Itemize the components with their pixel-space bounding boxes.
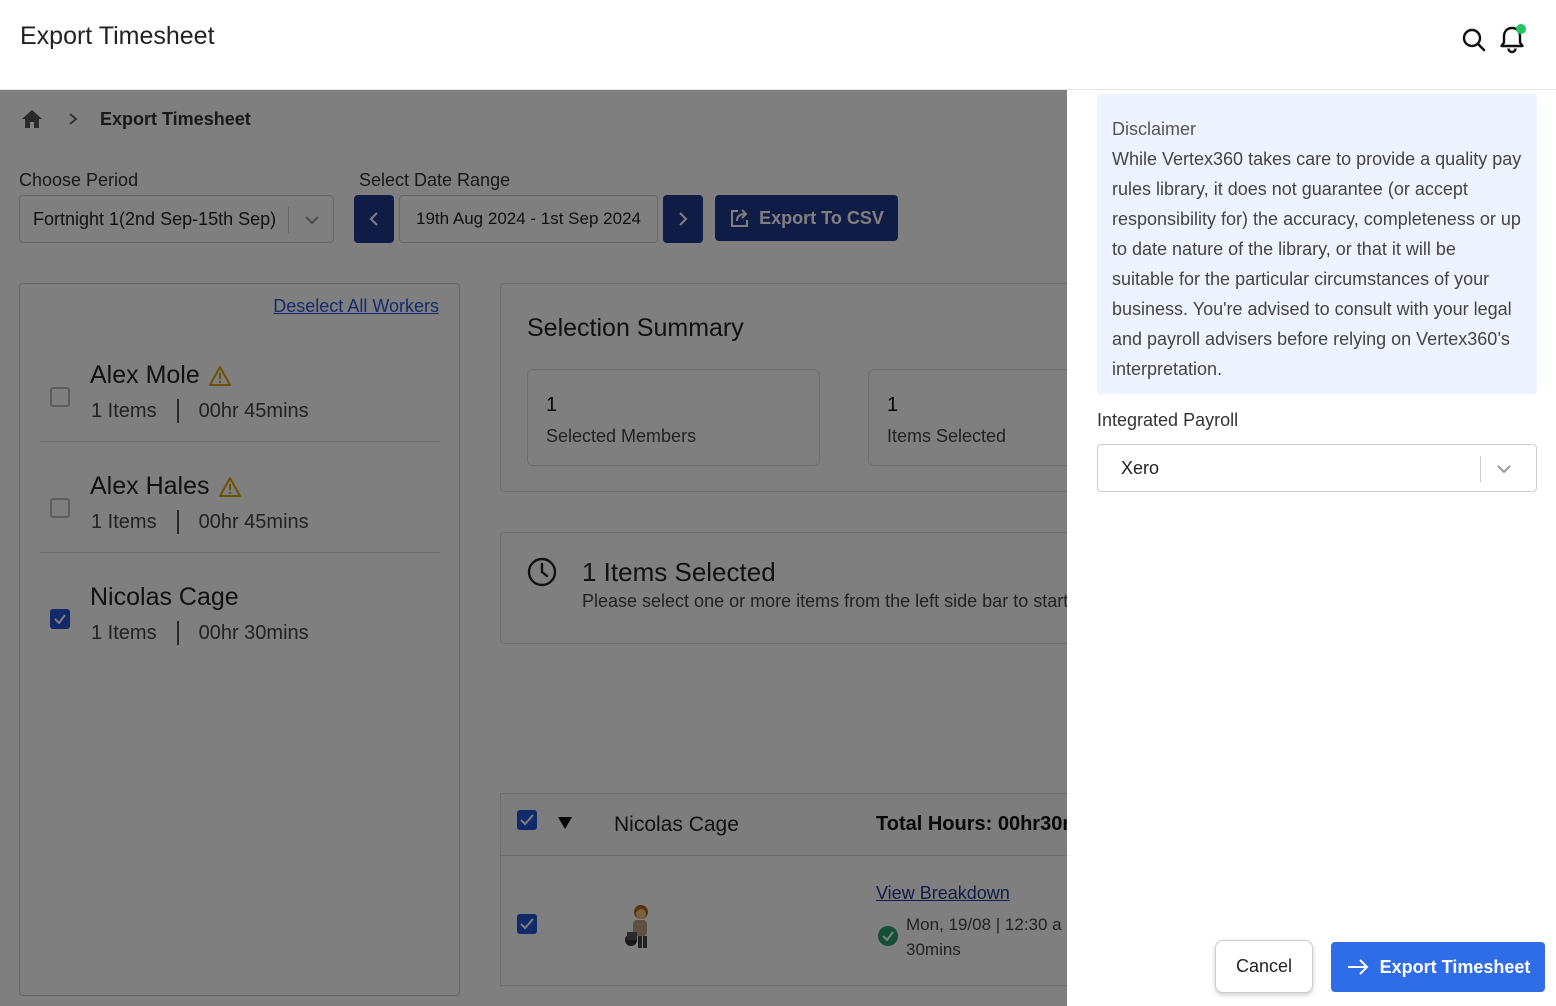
summary-card: 1 Selected Members (527, 369, 820, 466)
items-selected-hint: Please select one or more items from the… (582, 591, 1067, 611)
app-header: Export Timesheet (0, 0, 1556, 90)
notification-bell-icon[interactable] (1497, 24, 1527, 54)
disclaimer-text: While Vertex360 takes care to provide a … (1112, 149, 1522, 379)
items-selected-box: 1 Items Selected Please select one or mo… (500, 532, 1067, 644)
worker-hours: 00hr 30mins (198, 621, 309, 644)
check-circle-icon (878, 926, 898, 946)
items-selected-title: 1 Items Selected (582, 557, 776, 587)
integrated-payroll-label: Integrated Payroll (1097, 410, 1239, 430)
warning-icon (208, 365, 231, 386)
breadcrumb: Export Timesheet (20, 106, 251, 132)
page-title: Export Timesheet (20, 22, 215, 50)
deselect-all-link[interactable]: Deselect All Workers (273, 296, 439, 317)
check-icon (54, 614, 66, 625)
table-row: Nicolas Cage Total Hours: 00hr30m (501, 794, 1067, 856)
meta-divider (176, 399, 179, 423)
period-label: Choose Period (19, 170, 139, 190)
warning-icon (218, 476, 241, 497)
worker-name: Alex Mole (90, 361, 200, 389)
worker-name: Nicolas Cage (90, 583, 239, 611)
selection-summary: Selection Summary 1 Selected Members 1 I… (500, 283, 1067, 492)
worker-hours: 00hr 45mins (198, 510, 309, 533)
date-range-label: Select Date Range (359, 170, 511, 190)
summary-card-label: Selected Members (546, 426, 697, 446)
summary-title: Selection Summary (527, 314, 744, 342)
cancel-button[interactable]: Cancel (1215, 940, 1313, 993)
chevron-right-icon (69, 113, 78, 125)
entry-duration: 30mins (906, 940, 961, 959)
worker-checkbox[interactable] (50, 387, 70, 407)
row-checkbox-checked[interactable] (517, 810, 537, 830)
worker-hours: 00hr 45mins (198, 399, 309, 422)
summary-card-label: Items Selected (887, 426, 1007, 446)
home-icon[interactable] (20, 107, 44, 131)
arrow-right-icon (1347, 959, 1369, 975)
worker-item[interactable]: Alex Mole 1 Items 00hr 45mins (40, 331, 440, 442)
entry-datetime: Mon, 19/08 | 12:30 a (906, 915, 1062, 934)
integrated-payroll-value: Xero (1121, 458, 1160, 478)
check-icon (520, 918, 534, 930)
prev-date-button[interactable] (354, 195, 394, 243)
view-breakdown-link[interactable]: View Breakdown (876, 883, 1010, 904)
period-select-value: Fortnight 1(2nd Sep-15th Sep) (33, 209, 277, 229)
select-divider (1480, 456, 1481, 482)
entry-details: Mon, 19/08 | 12:30 a 30mins (906, 912, 1062, 962)
member-name: Nicolas Cage (614, 813, 739, 836)
worker-name-row: Alex Mole (90, 361, 232, 390)
disclaimer-title: Disclaimer (1112, 119, 1197, 139)
share-export-icon (731, 209, 749, 227)
worker-meta: 1 Items 00hr 45mins (91, 510, 309, 534)
worker-item-count: 1 Items (91, 510, 157, 533)
summary-card: 1 Items Selected (868, 369, 1067, 466)
total-hours: Total Hours: 00hr30m (876, 813, 1067, 835)
worker-item-count: 1 Items (91, 621, 157, 644)
meta-divider (176, 510, 179, 534)
caret-down-icon[interactable] (557, 816, 573, 830)
timesheet-table: Nicolas Cage Total Hours: 00hr30m View B… (500, 793, 1067, 986)
clock-icon (527, 557, 557, 587)
worker-checkbox[interactable] (50, 498, 70, 518)
summary-card-value: 1 (546, 394, 558, 416)
next-date-button[interactable] (663, 195, 703, 243)
workers-panel: Deselect All Workers Alex Mole 1 Items 0… (19, 283, 460, 996)
worker-name-row: Nicolas Cage (90, 583, 239, 612)
breadcrumb-current: Export Timesheet (100, 108, 251, 129)
worker-meta: 1 Items 00hr 30mins (91, 621, 309, 645)
export-csv-button[interactable]: Export To CSV (715, 195, 898, 241)
chevron-left-icon (369, 212, 378, 226)
export-csv-label: Export To CSV (759, 207, 884, 228)
select-divider (288, 207, 289, 233)
main-content: Export Timesheet Choose Period Fortnight… (0, 90, 1067, 1006)
meta-divider (176, 621, 179, 645)
export-timesheet-label: Export Timesheet (1379, 956, 1531, 977)
worker-name-row: Alex Hales (90, 472, 242, 501)
worker-item[interactable]: Alex Hales 1 Items 00hr 45mins (40, 442, 440, 553)
worker-item-count: 1 Items (91, 399, 157, 422)
export-drawer: Disclaimer While Vertex360 takes care to… (1067, 90, 1556, 1006)
search-icon[interactable] (1462, 28, 1486, 52)
worker-name: Alex Hales (90, 472, 210, 500)
entry-checkbox-checked[interactable] (517, 914, 537, 934)
date-range-field[interactable]: 19th Aug 2024 - 1st Sep 2024 (399, 195, 658, 243)
chevron-down-icon (1497, 465, 1511, 474)
period-select[interactable]: Fortnight 1(2nd Sep-15th Sep) (19, 195, 334, 243)
avatar (625, 905, 648, 948)
worker-checkbox-checked[interactable] (50, 609, 70, 629)
chevron-right-icon (679, 212, 688, 226)
disclaimer-box: Disclaimer While Vertex360 takes care to… (1097, 94, 1537, 394)
integrated-payroll-select[interactable]: Xero (1097, 444, 1537, 492)
check-icon (520, 814, 534, 826)
chevron-down-icon (305, 216, 319, 225)
export-timesheet-button[interactable]: Export Timesheet (1331, 942, 1545, 992)
worker-item[interactable]: Nicolas Cage 1 Items 00hr 30mins (40, 553, 440, 664)
summary-card-value: 1 (887, 394, 899, 416)
worker-meta: 1 Items 00hr 45mins (91, 399, 309, 423)
